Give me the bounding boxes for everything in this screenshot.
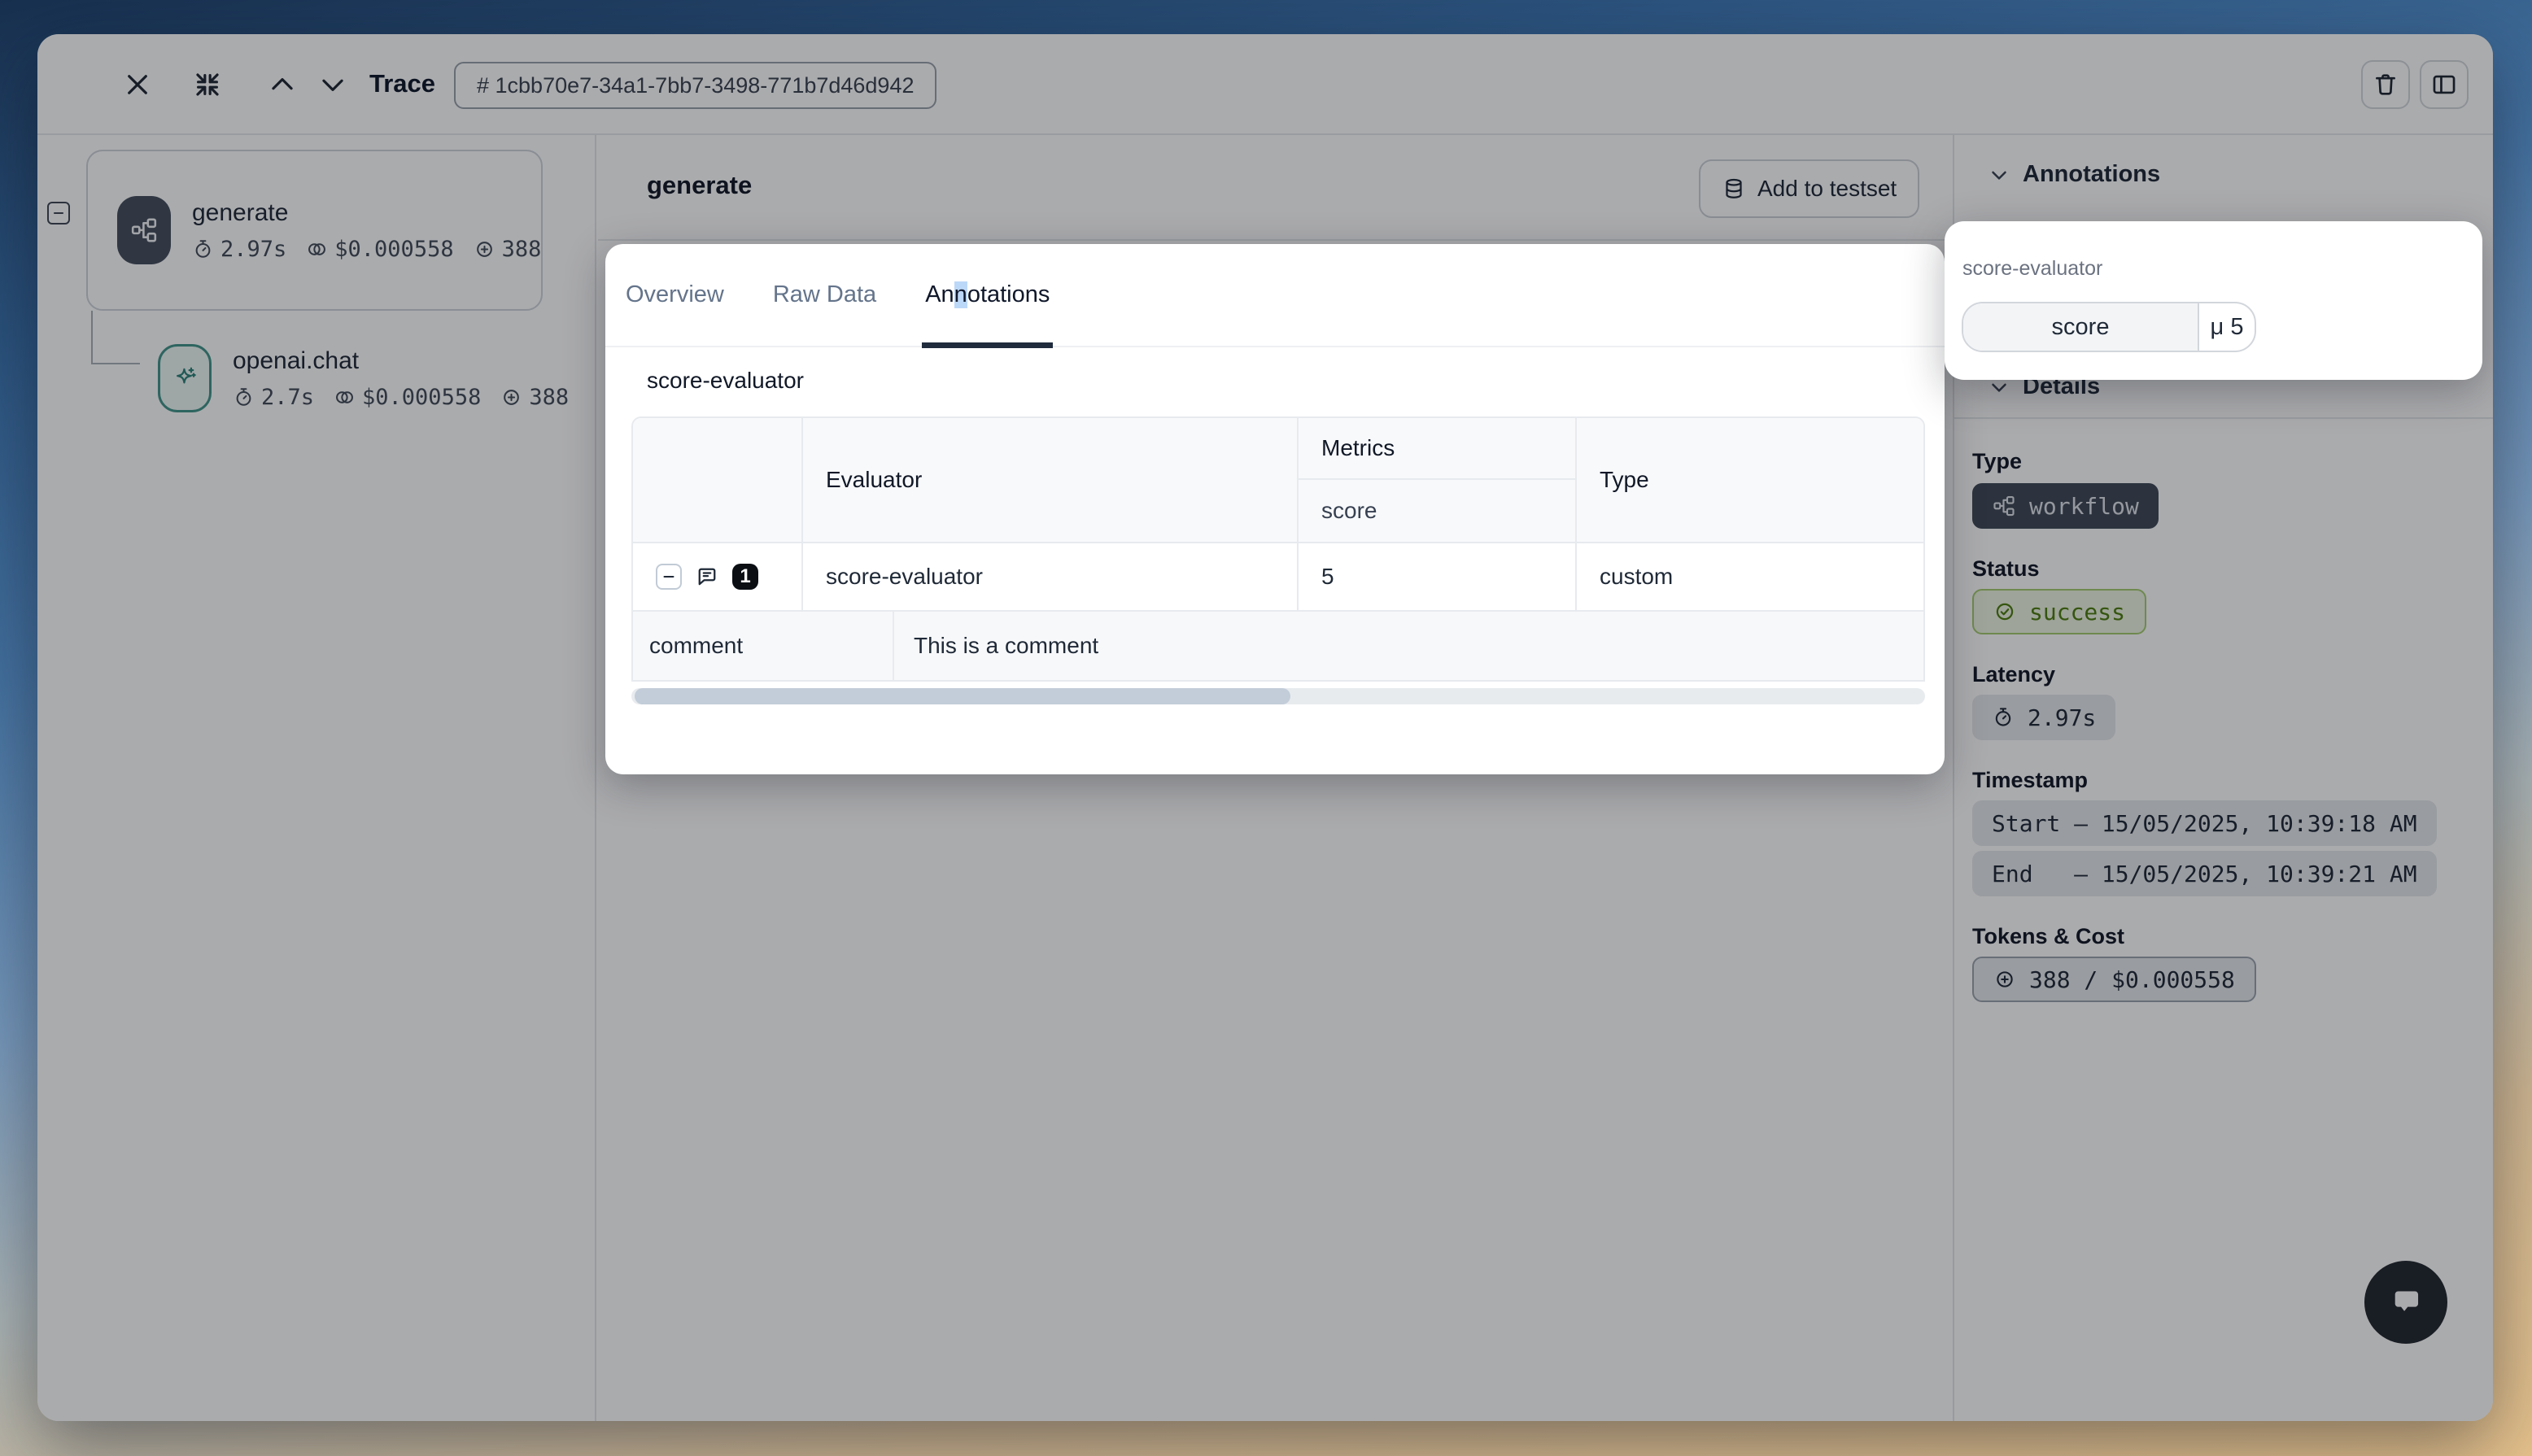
coins-icon [334,386,356,408]
annotations-section-header: Annotations [2023,161,2160,188]
status-badge: success [1972,589,2146,634]
header-metric-score: score [1299,480,1575,542]
stopwatch-icon [192,238,214,260]
tree-connector [91,311,93,364]
annotations-table: Evaluator Metrics score Type [631,416,1925,704]
annotation-score-card: score-evaluator score μ 5 [1945,221,2482,380]
minus-icon [659,567,679,586]
cell-type: custom [1575,543,1923,610]
stopwatch-icon [233,386,255,408]
metric-mean-value: μ 5 [2199,303,2255,351]
trash-icon [2372,71,2399,98]
support-chat-button[interactable] [2364,1261,2447,1344]
trace-modal: Trace # 1cbb70e7-34a1-7bb7-3498-771b7d46… [37,34,2493,1421]
node-tokens: 388 [500,385,569,410]
node-latency: 2.7s [233,385,314,410]
node-name: openai.chat [233,347,569,375]
header-evaluator: Evaluator [801,418,1297,542]
timestamp-end-badge: End — 15/05/2025, 10:39:21 AM [1972,851,2437,896]
cell-evaluator: score-evaluator [801,543,1297,610]
divider [1954,417,2493,419]
trace-node-generate[interactable]: generate 2.97s $0.000558 388 [86,150,543,311]
node-latency: 2.97s [192,237,286,262]
table-header-row: Evaluator Metrics score Type [633,418,1923,542]
tokens-cost-badge: 388 / $0.000558 [1972,957,2256,1002]
plus-circle-icon [474,238,495,260]
tab-raw-data[interactable]: Raw Data [770,243,880,347]
close-icon[interactable] [122,68,155,101]
comment-icon[interactable] [695,565,719,589]
tree-collapse-toggle[interactable] [47,202,70,225]
tree-connector [91,363,140,364]
check-circle-icon [1993,600,2016,623]
score-metric-pill[interactable]: score μ 5 [1962,302,2256,352]
plus-circle-icon [500,386,522,408]
chevron-up-icon[interactable] [267,68,299,101]
header-controls-cell [633,418,801,542]
node-name: generate [192,199,541,227]
trace-id-badge: # 1cbb70e7-34a1-7bb7-3498-771b7d46d942 [454,62,936,109]
database-icon [1722,177,1746,201]
timestamp-start-badge: Start — 15/05/2025, 10:39:18 AM [1972,800,2437,846]
workflow-icon [1992,494,2016,518]
stopwatch-icon [1992,706,2015,729]
add-to-testset-button[interactable]: Add to testset [1699,159,1919,218]
sparkles-icon [158,344,212,412]
cell-score: 5 [1297,543,1575,610]
scrollbar-thumb[interactable] [635,688,1290,704]
node-cost: $0.000558 [334,385,481,410]
latency-label: Latency [1972,662,2055,687]
annotation-evaluator-label: score-evaluator [1962,257,2102,281]
tab-annotations[interactable]: Annotations [922,243,1053,347]
status-label: Status [1972,556,2040,582]
coins-icon [306,238,328,260]
comment-value: This is a comment [894,612,1923,680]
tab-bar: Overview Raw Data Annotations [605,244,1945,347]
latency-badge: 2.97s [1972,695,2115,740]
tokens-cost-label: Tokens & Cost [1972,924,2124,949]
trash-button[interactable] [2361,60,2410,109]
evaluator-section-title: score-evaluator [647,368,804,394]
side-panel-toggle-button[interactable] [2420,60,2469,109]
header-type: Type [1575,418,1923,542]
trace-topbar: Trace # 1cbb70e7-34a1-7bb7-3498-771b7d46… [37,34,2493,135]
divider [598,239,1953,241]
trace-node-openai-chat[interactable]: openai.chat 2.7s $0.000558 388 [158,343,569,413]
table-row[interactable]: 1 score-evaluator 5 custom [633,542,1923,610]
chat-bubble-icon [2383,1279,2429,1325]
minus-icon [50,204,68,222]
type-label: Type [1972,449,2022,474]
plus-circle-icon [1993,968,2016,991]
side-panel-icon [2430,71,2458,98]
header-metrics: Metrics score [1297,418,1575,542]
horizontal-scrollbar[interactable] [631,688,1925,704]
tab-overview[interactable]: Overview [622,243,727,347]
comment-expanded-row: comment This is a comment [633,610,1923,680]
page-title: Trace [369,69,435,98]
annotations-tab-panel: Overview Raw Data Annotations score-eval… [605,244,1945,774]
metric-name: score [1963,303,2199,351]
trace-tree-sidebar: generate 2.97s $0.000558 388 [37,135,596,1421]
node-tokens: 388 [474,237,542,262]
comment-count-badge: 1 [732,564,758,590]
comment-key: comment [633,612,894,680]
type-badge: workflow [1972,483,2159,529]
row-collapse-button[interactable] [656,564,682,590]
span-title: generate [647,171,752,200]
node-cost: $0.000558 [306,237,453,262]
annotations-section-chevron-icon[interactable] [1987,163,2011,187]
chevron-down-icon[interactable] [317,68,350,101]
collapse-icon[interactable] [192,68,225,101]
timestamp-label: Timestamp [1972,768,2088,793]
workflow-icon [117,196,171,264]
